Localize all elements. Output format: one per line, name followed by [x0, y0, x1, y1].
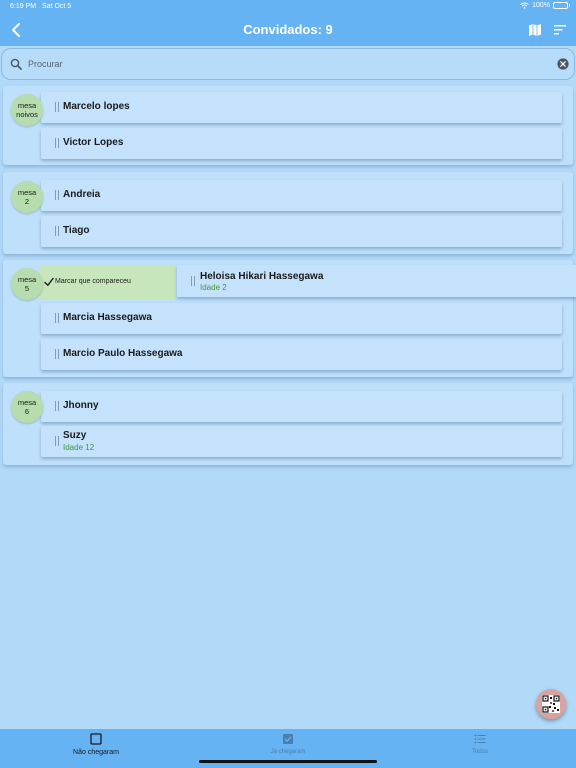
status-date: Sat Oct 5	[42, 3, 72, 10]
checked-square-icon	[283, 734, 293, 744]
wifi-icon	[520, 2, 529, 9]
status-time: 6:19 PM	[10, 3, 37, 10]
list-icon	[474, 734, 486, 744]
guest-name: Heloisa Hikari Hassegawa	[200, 271, 324, 282]
drag-handle-icon[interactable]	[55, 226, 59, 236]
sort-icon[interactable]	[554, 24, 567, 36]
guest-row[interactable]: Marcia Hassegawa	[41, 303, 562, 334]
checkmark-icon	[44, 277, 54, 286]
guest-row[interactable]: Andreia	[41, 180, 562, 211]
guest-name: Marcia Hassegawa	[63, 312, 152, 323]
mark-attended-label: Marcar que compareceu	[55, 278, 131, 285]
search-input[interactable]	[28, 55, 528, 73]
guest-row[interactable]: Victor Lopes	[41, 128, 562, 159]
table-badge-5: mesa 5	[11, 268, 43, 300]
home-indicator	[199, 760, 377, 763]
guest-name: Marcio Paulo Hassegawa	[63, 348, 183, 359]
guest-name: Andreia	[63, 189, 101, 200]
drag-handle-icon[interactable]	[55, 313, 59, 323]
guest-name: Jhonny	[63, 400, 99, 411]
drag-handle-icon[interactable]	[55, 102, 59, 112]
tab-label: Todos	[471, 749, 488, 755]
tab-not-arrived[interactable]: Não chegaram	[36, 733, 156, 756]
tab-arrived[interactable]: Já chegaram	[228, 733, 348, 755]
page-title: Convidados: 9	[243, 22, 333, 37]
drag-handle-icon[interactable]	[55, 436, 59, 446]
guest-row[interactable]: Jhonny	[41, 391, 562, 422]
qr-code-icon	[542, 695, 560, 713]
drag-handle-icon[interactable]	[55, 349, 59, 359]
guest-row[interactable]: Marcelo lopes	[41, 92, 562, 123]
guest-name: Suzy	[63, 430, 87, 441]
guest-age: Idade 2	[200, 283, 227, 292]
mark-attended-button[interactable]: Marcar que compareceu	[40, 265, 176, 300]
guest-row[interactable]: Marcio Paulo Hassegawa	[41, 339, 562, 370]
guest-name: Tiago	[63, 225, 90, 236]
map-icon[interactable]	[528, 23, 542, 37]
status-bar: 6:19 PM Sat Oct 5 100%	[0, 0, 576, 14]
drag-handle-icon[interactable]	[191, 276, 195, 286]
search-bar	[1, 48, 575, 80]
guest-name: Marcelo lopes	[63, 101, 130, 112]
guest-row[interactable]: Heloisa Hikari Hassegawa Idade 2	[177, 265, 576, 297]
tab-label: Já chegaram	[270, 749, 306, 755]
square-icon	[90, 733, 102, 745]
table-badge-6: mesa 6	[11, 391, 43, 423]
guest-row[interactable]: Tiago	[41, 216, 562, 247]
search-icon	[10, 58, 22, 70]
guest-name: Victor Lopes	[63, 137, 124, 148]
tab-all[interactable]: Todos	[420, 733, 540, 755]
tab-label: Não chegaram	[73, 749, 119, 756]
clear-icon[interactable]	[557, 58, 569, 70]
guest-age: Idade 12	[63, 443, 95, 452]
drag-handle-icon[interactable]	[55, 401, 59, 411]
drag-handle-icon[interactable]	[55, 190, 59, 200]
table-badge-noivos: mesa noivos	[11, 94, 43, 126]
battery-percent: 100%	[532, 2, 550, 9]
table-badge-2: mesa 2	[11, 181, 43, 213]
guest-row[interactable]: Suzy Idade 12	[41, 426, 562, 457]
drag-handle-icon[interactable]	[55, 138, 59, 148]
navigation-bar: Convidados: 9	[0, 14, 576, 46]
battery-icon	[553, 2, 570, 9]
qr-scan-button[interactable]	[536, 689, 566, 719]
